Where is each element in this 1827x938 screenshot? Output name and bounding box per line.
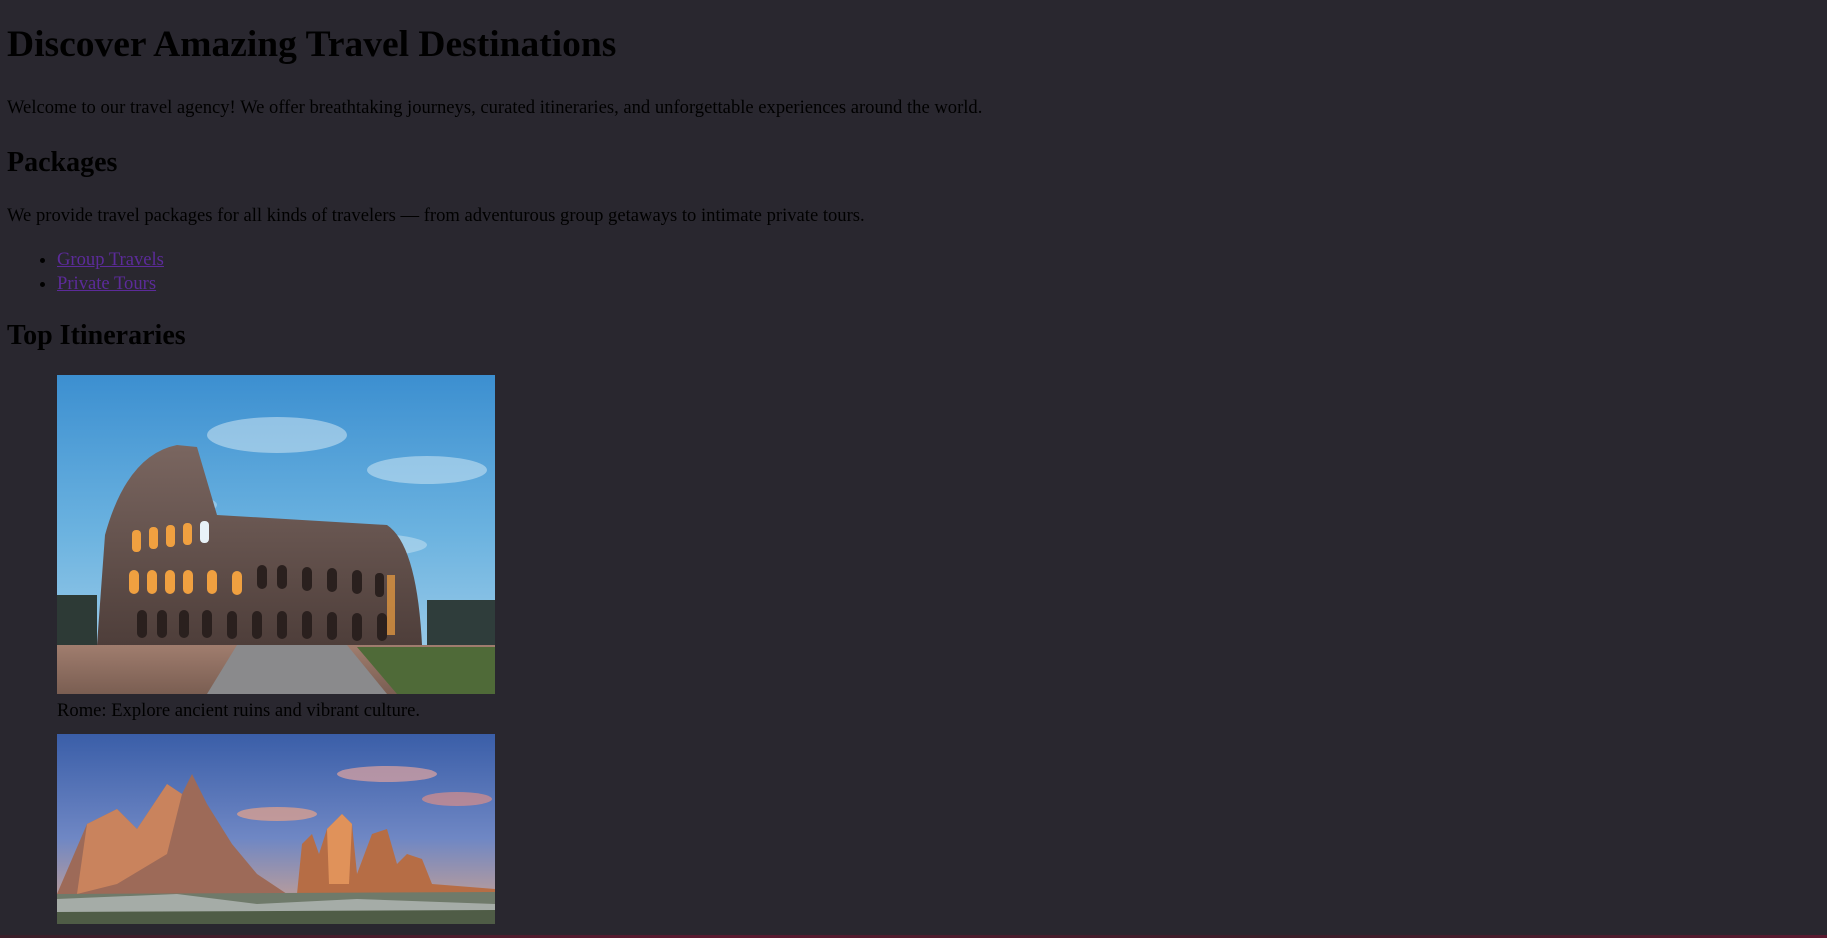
list-item: Private Tours	[57, 272, 1820, 296]
packages-heading: Packages	[7, 147, 118, 178]
intro-text: Welcome to our travel agency! We offer b…	[7, 97, 983, 118]
itineraries-heading: Top Itineraries	[7, 320, 186, 351]
packages-link-list: Group Travels Private Tours	[7, 248, 1820, 296]
colosseum-photo	[57, 375, 495, 694]
itinerary-caption: Rome: Explore ancient ruins and vibrant …	[57, 700, 420, 721]
page-content: Discover Amazing Travel Destinations Wel…	[0, 0, 1827, 924]
itineraries-list: Rome: Explore ancient ruins and vibrant …	[7, 375, 1820, 924]
page-title: Discover Amazing Travel Destinations	[7, 24, 617, 65]
dolomites-photo	[57, 734, 495, 924]
group-travels-link[interactable]: Group Travels	[57, 249, 164, 270]
itinerary-card-rome: Rome: Explore ancient ruins and vibrant …	[57, 375, 1820, 722]
itinerary-card-dolomites	[57, 734, 1820, 924]
packages-description: We provide travel packages for all kinds…	[7, 205, 865, 226]
list-item: Group Travels	[57, 248, 1820, 272]
private-tours-link[interactable]: Private Tours	[57, 273, 156, 294]
